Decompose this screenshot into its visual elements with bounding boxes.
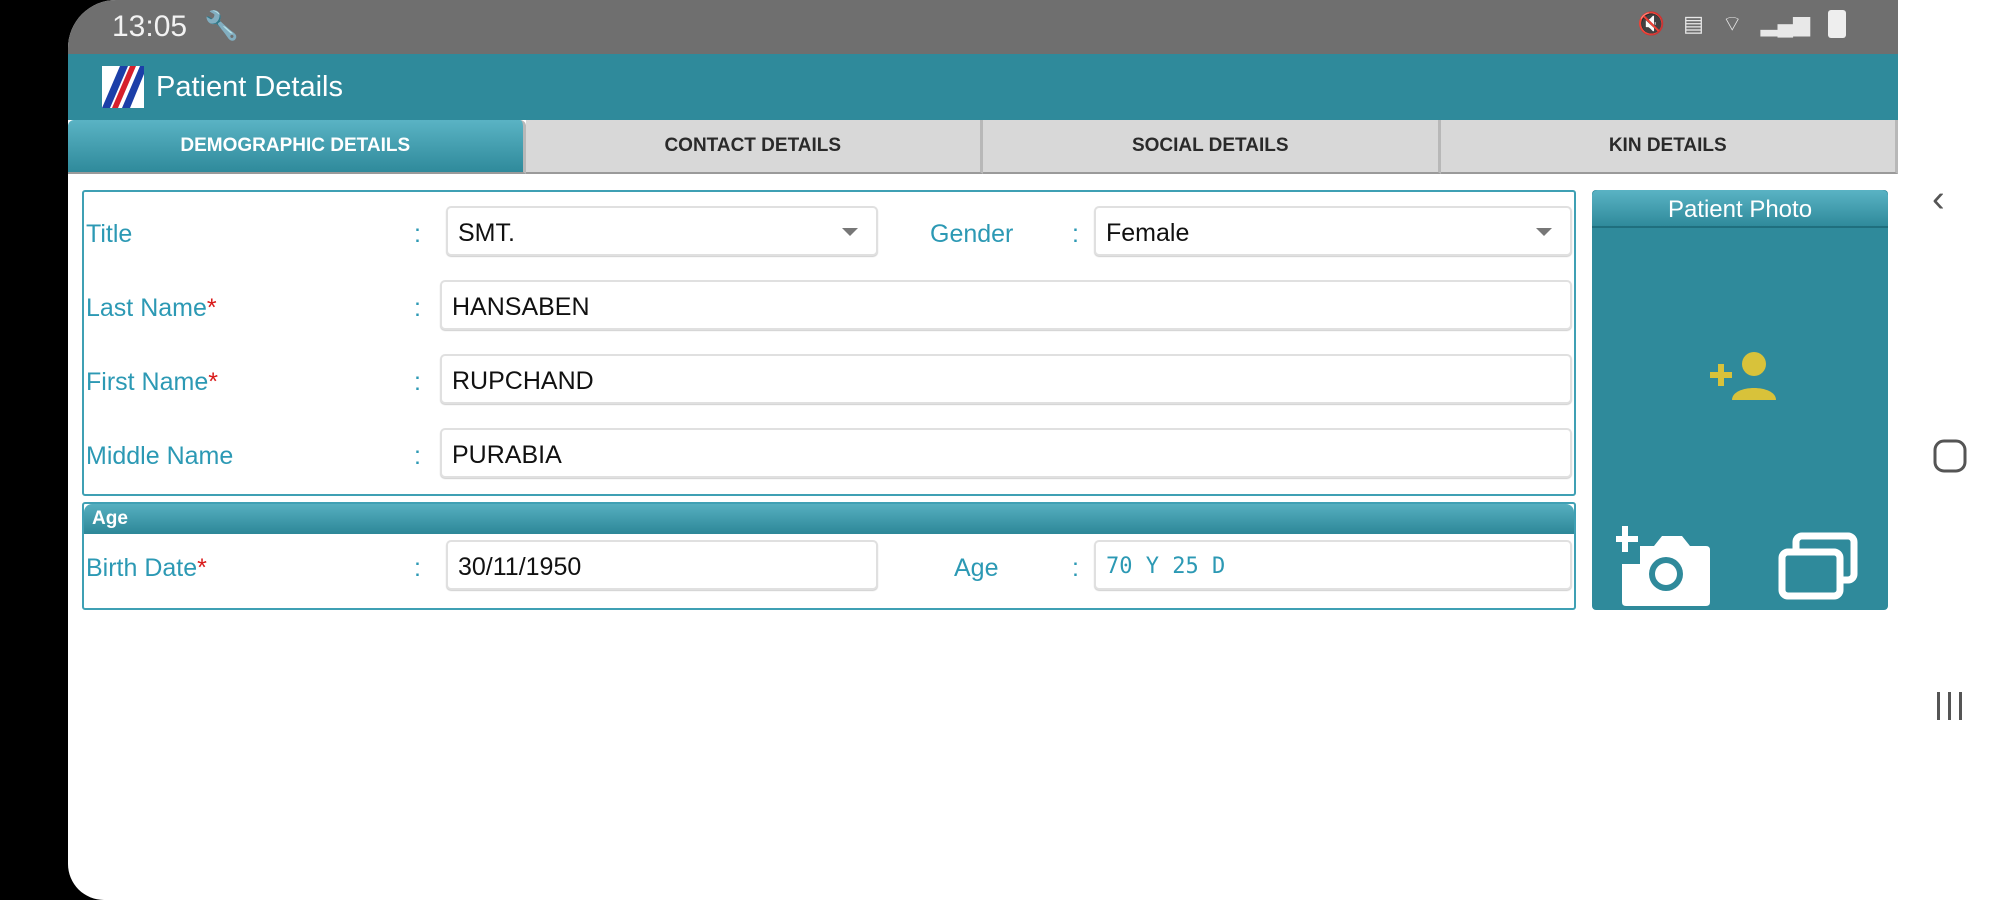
dropdown-caret-icon <box>1536 228 1552 236</box>
status-icons: 🔇 ▤ ⌔ ▂▄▆ <box>1638 10 1846 38</box>
demographic-form: Title : SMT. Gender : Female Last Name* … <box>82 190 1576 496</box>
signal-icon: ▂▄▆ <box>1760 11 1810 36</box>
age-colon: : <box>1072 554 1079 582</box>
age-label: Age <box>954 554 999 582</box>
required-marker: * <box>208 368 218 396</box>
battery-icon <box>1828 10 1846 38</box>
phone-screen: 13:05 🔧 🔇 ▤ ⌔ ▂▄▆ Patient Details DEMOGR… <box>68 0 1898 900</box>
add-person-icon[interactable] <box>1710 346 1780 406</box>
birth-date-colon: : <box>414 554 421 582</box>
status-time: 13:05 <box>112 10 188 43</box>
back-icon[interactable]: ‹ <box>1932 178 1945 221</box>
required-marker: * <box>206 294 217 322</box>
system-nav-bar: ‹ <box>1898 0 2003 900</box>
middle-name-label: Middle Name <box>86 442 234 470</box>
title-colon: : <box>414 220 421 248</box>
last-name-label: Last Name* <box>86 294 217 322</box>
gallery-icon[interactable] <box>1776 532 1860 602</box>
last-name-field[interactable]: HANSABEN <box>440 280 1572 330</box>
camera-add-icon[interactable] <box>1616 524 1712 606</box>
recents-icon[interactable] <box>1932 688 1968 724</box>
age-field: 70 Y 25 D <box>1094 540 1572 590</box>
tab-social-details[interactable]: SOCIAL DETAILS <box>983 120 1441 174</box>
gender-value: Female <box>1106 219 1190 247</box>
status-bar: 13:05 🔧 🔇 ▤ ⌔ ▂▄▆ <box>68 0 1898 54</box>
first-name-field[interactable]: RUPCHAND <box>440 354 1572 404</box>
home-icon[interactable] <box>1932 438 1968 474</box>
tab-kin-details[interactable]: KIN DETAILS <box>1440 120 1898 174</box>
dropdown-caret-icon <box>842 228 858 236</box>
app-logo-icon <box>102 66 144 108</box>
birth-date-field[interactable]: 30/11/1950 <box>446 540 878 590</box>
patient-photo-title: Patient Photo <box>1592 190 1888 228</box>
page-title: Patient Details <box>156 71 343 103</box>
app-bar: Patient Details <box>68 54 1898 120</box>
middle-name-colon: : <box>414 442 421 470</box>
volte-icon: ▤ <box>1683 11 1704 36</box>
required-marker: * <box>197 554 207 582</box>
title-select[interactable]: SMT. <box>446 206 878 256</box>
mute-icon: 🔇 <box>1637 11 1666 36</box>
gender-label: Gender <box>930 220 1014 248</box>
title-label: Title <box>86 220 133 248</box>
first-name-label: First Name* <box>86 368 218 396</box>
gender-colon: : <box>1072 220 1079 248</box>
wifi-icon: ⌔ <box>1721 11 1743 36</box>
tab-bar: DEMOGRAPHIC DETAILS CONTACT DETAILS SOCI… <box>68 120 1898 174</box>
title-value: SMT. <box>458 219 515 247</box>
last-name-colon: : <box>414 294 421 322</box>
tab-demographic-details[interactable]: DEMOGRAPHIC DETAILS <box>68 120 526 174</box>
tab-contact-details[interactable]: CONTACT DETAILS <box>525 120 983 174</box>
wrench-icon: 🔧 <box>204 10 239 41</box>
age-section-header: Age <box>84 504 1574 534</box>
birth-date-label: Birth Date* <box>86 554 207 582</box>
patient-photo-panel: Patient Photo <box>1592 190 1888 610</box>
first-name-colon: : <box>414 368 421 396</box>
age-section: Age Birth Date* : 30/11/1950 Age : 70 Y … <box>82 502 1576 610</box>
middle-name-field[interactable]: PURABIA <box>440 428 1572 478</box>
gender-select[interactable]: Female <box>1094 206 1572 256</box>
